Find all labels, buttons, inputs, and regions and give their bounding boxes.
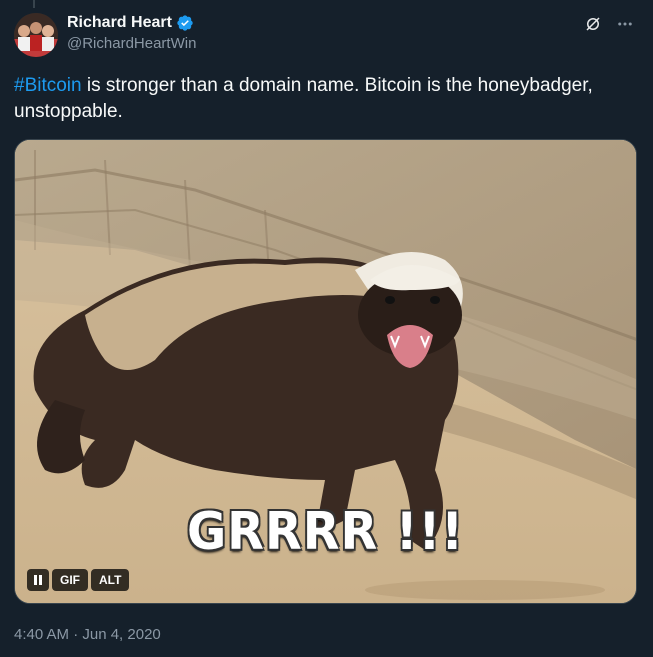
profile-photo-icon: [14, 13, 58, 57]
grok-icon[interactable]: [583, 14, 603, 34]
top-actions: [583, 14, 635, 34]
pause-icon: [34, 575, 42, 585]
display-name[interactable]: Richard Heart: [67, 14, 172, 32]
media-controls: GIF ALT: [27, 569, 130, 591]
author-header: Richard Heart @RichardHeartWin: [67, 14, 196, 52]
gif-media[interactable]: GRRRR !!! GIF ALT: [14, 139, 637, 604]
pause-button[interactable]: [27, 569, 49, 591]
timestamp[interactable]: 4:40 AM · Jun 4, 2020: [14, 626, 161, 643]
tweet-text: #Bitcoin is stronger than a domain name.…: [14, 73, 634, 125]
gif-badge: GIF: [52, 569, 88, 591]
hashtag-link[interactable]: #Bitcoin: [14, 75, 82, 96]
alt-button[interactable]: ALT: [91, 569, 130, 591]
handle[interactable]: @RichardHeartWin: [67, 35, 196, 52]
verified-badge-icon[interactable]: [176, 14, 194, 32]
tweet-body: is stronger than a domain name. Bitcoin …: [14, 75, 593, 122]
tweet: Richard Heart @RichardHeartWin #Bitcoin …: [0, 0, 653, 657]
more-options-icon[interactable]: [615, 14, 635, 34]
gif-caption: GRRRR !!!: [186, 502, 465, 562]
thread-line: [33, 0, 35, 8]
avatar[interactable]: [14, 13, 58, 57]
